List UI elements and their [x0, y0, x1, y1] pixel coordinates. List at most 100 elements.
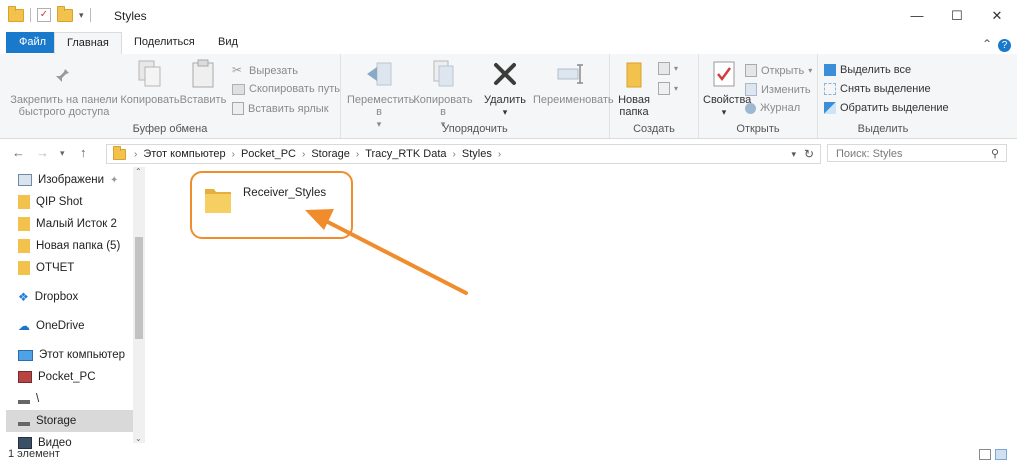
search-icon[interactable]: ⚲	[991, 147, 999, 160]
nav-item-label: Pocket_PC	[38, 371, 96, 383]
nav-item-qip-shot[interactable]: QIP Shot	[18, 191, 130, 213]
invert-selection-label: Обратить выделение	[840, 102, 949, 114]
forward-arrow-icon[interactable]: →	[36, 145, 49, 160]
breadcrumb-separator[interactable]: ›	[354, 149, 361, 160]
easy-access-icon	[658, 82, 670, 95]
onedrive-cloud-icon: ☁	[18, 319, 30, 333]
recent-locations-chevron-icon[interactable]: ▾	[60, 148, 65, 159]
nav-scrollbar[interactable]: ⌃ ⌄	[133, 167, 145, 443]
nav-item-storage[interactable]: Storage	[6, 410, 140, 432]
nav-item-label: Storage	[36, 415, 77, 427]
breadcrumb-pocket-pc[interactable]: Pocket_PC	[237, 148, 300, 160]
close-button[interactable]: ✕	[983, 4, 1011, 28]
new-folder-button[interactable]: Новая папка	[614, 58, 654, 118]
select-all-button[interactable]: Выделить все	[824, 64, 911, 76]
folder-name[interactable]: Receiver_Styles	[243, 187, 326, 199]
nav-item-label: Этот компьютер	[39, 349, 125, 361]
pin-icon	[48, 58, 80, 90]
nav-item-otchet[interactable]: ОТЧЕТ	[18, 257, 130, 279]
copy-button[interactable]: Копировать	[120, 58, 180, 106]
address-bar-row: ← → ▾ ↑ › Этот компьютер › Pocket_PC › S…	[0, 139, 1017, 167]
details-view-icon[interactable]	[979, 449, 991, 460]
maximize-button[interactable]: ☐	[943, 4, 971, 28]
invert-selection-button[interactable]: Обратить выделение	[824, 102, 949, 114]
computer-icon	[18, 349, 33, 361]
customize-dropdown-icon[interactable]: ▾	[79, 10, 84, 21]
breadcrumb-styles[interactable]: Styles	[458, 148, 496, 160]
new-folder-icon[interactable]	[57, 5, 73, 22]
nav-item-label: Изображени	[38, 174, 105, 186]
open-label: Открыть	[761, 64, 805, 77]
open-group-label: Открыть	[736, 123, 780, 135]
invert-selection-icon	[824, 102, 836, 114]
nav-item-maly-istok[interactable]: Малый Исток 2	[18, 213, 130, 235]
rename-button[interactable]: Переименовать	[533, 58, 614, 106]
dropbox-icon: ❖	[18, 290, 29, 304]
back-arrow-icon[interactable]: ←	[12, 145, 25, 160]
new-item-button[interactable]: ▾	[658, 62, 678, 75]
nav-item-root-drive[interactable]: \	[18, 388, 130, 410]
folder-icon	[18, 195, 30, 209]
paste-label: Вставить	[179, 94, 227, 106]
delete-button[interactable]: Удалить ▾	[479, 58, 531, 118]
create-group: Новая папка ▾ ▾ Создать	[610, 54, 699, 138]
breadcrumb-tracy-rtk-data[interactable]: Tracy_RTK Data	[361, 148, 450, 160]
breadcrumb-separator[interactable]: ›	[496, 149, 503, 160]
search-input[interactable]: Поиск: Styles	[827, 144, 1007, 162]
pin-quick-access-button[interactable]: Закрепить на панели быстрого доступа	[8, 58, 120, 118]
breadcrumb-separator[interactable]: ›	[300, 149, 307, 160]
folder-icon[interactable]	[201, 183, 235, 217]
large-icons-view-icon[interactable]	[995, 449, 1007, 460]
breadcrumb-separator[interactable]: ›	[230, 149, 237, 160]
history-button[interactable]: Журнал	[745, 102, 800, 114]
breadcrumb-storage[interactable]: Storage	[307, 148, 354, 160]
breadcrumb-this-pc[interactable]: Этот компьютер	[139, 148, 229, 160]
move-to-icon	[363, 58, 395, 90]
paste-button[interactable]: Вставить	[178, 58, 228, 106]
tab-home[interactable]: Главная	[54, 32, 122, 55]
tab-share[interactable]: Поделиться	[122, 32, 207, 53]
refresh-icon[interactable]: ↻	[804, 147, 814, 161]
new-folder-label: Новая папка	[618, 94, 650, 118]
tab-file[interactable]: Файл	[6, 32, 60, 53]
edit-button[interactable]: Изменить	[745, 83, 811, 96]
open-button[interactable]: Открыть ▾	[745, 64, 812, 77]
folder-icon	[113, 145, 126, 160]
nav-item-this-pc[interactable]: Этот компьютер	[18, 344, 130, 366]
move-to-button[interactable]: Переместить в ▾	[347, 58, 414, 130]
properties-check-icon[interactable]: ✓	[37, 8, 51, 22]
breadcrumb-separator[interactable]: ›	[451, 149, 458, 160]
select-all-icon	[824, 64, 836, 76]
minimize-button[interactable]: —	[903, 4, 931, 28]
nav-item-dropbox[interactable]: ❖ Dropbox	[18, 286, 130, 308]
ribbon-collapse-icon[interactable]: ⌃	[982, 37, 992, 51]
scissors-icon: ✂	[232, 63, 243, 77]
nav-item-pictures[interactable]: Изображени ✦	[18, 169, 130, 191]
clipboard-group: Закрепить на панели быстрого доступа Коп…	[0, 54, 341, 138]
open-group: Свойства ▾ Открыть ▾ Изменить Журнал Откр…	[699, 54, 818, 138]
scrollbar-thumb[interactable]	[135, 237, 143, 339]
tab-view[interactable]: Вид	[206, 32, 250, 53]
copy-path-button[interactable]: Скопировать путь	[232, 83, 340, 95]
help-icon[interactable]: ?	[998, 39, 1011, 52]
scroll-down-icon[interactable]: ⌄	[135, 434, 142, 443]
cut-button[interactable]: ✂ Вырезать	[232, 64, 298, 77]
copy-to-label: Копировать в	[413, 94, 473, 118]
nav-item-new-folder-5[interactable]: Новая папка (5)	[18, 235, 130, 257]
properties-button[interactable]: Свойства ▾	[703, 58, 751, 118]
copy-to-button[interactable]: Копировать в ▾	[411, 58, 475, 130]
breadcrumb[interactable]: › Этот компьютер › Pocket_PC › Storage ›…	[106, 144, 821, 164]
item-count: 1 элемент	[8, 448, 60, 460]
up-arrow-icon[interactable]: ↑	[80, 145, 87, 160]
title-bar: ✓ ▾ Styles — ☐ ✕	[0, 0, 1017, 32]
scroll-up-icon[interactable]: ⌃	[135, 167, 142, 176]
address-dropdown-chevron-icon[interactable]: ▾	[791, 149, 796, 160]
select-none-button[interactable]: Снять выделение	[824, 83, 931, 95]
breadcrumb-separator[interactable]: ›	[132, 149, 139, 160]
paste-icon	[187, 58, 219, 90]
nav-item-pocket-pc[interactable]: Pocket_PC	[18, 366, 130, 388]
nav-item-onedrive[interactable]: ☁ OneDrive	[18, 315, 130, 337]
easy-access-button[interactable]: ▾	[658, 82, 678, 95]
paste-shortcut-button[interactable]: Вставить ярлык	[232, 102, 329, 115]
copy-path-icon	[232, 83, 245, 95]
